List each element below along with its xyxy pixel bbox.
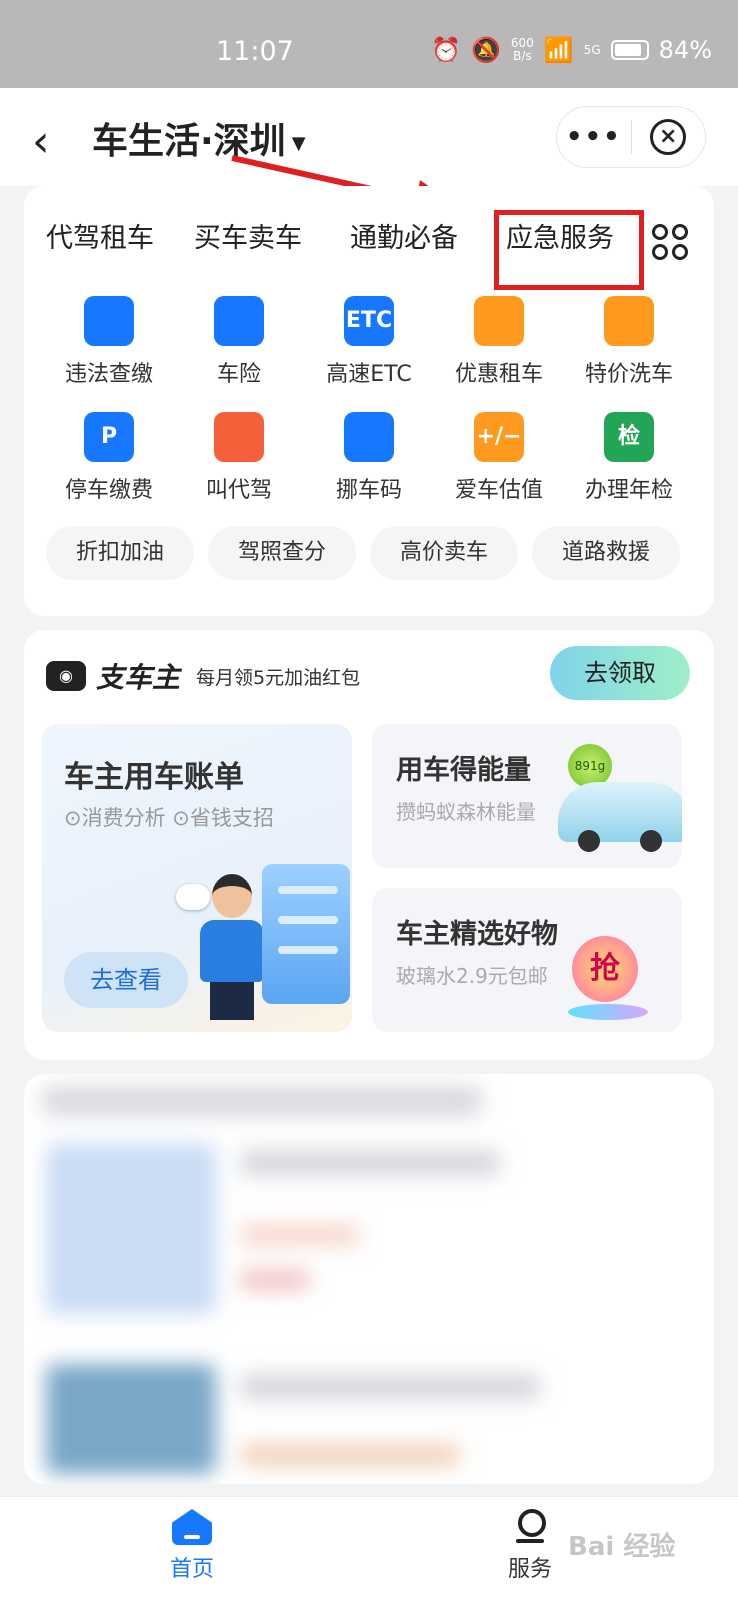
service-label: 车险 bbox=[216, 362, 261, 387]
service-item[interactable]: ETC 高速ETC bbox=[304, 296, 434, 388]
inspection-icon: 检 bbox=[604, 412, 654, 462]
close-icon: × bbox=[650, 119, 687, 155]
blurred-thumbnail bbox=[46, 1364, 216, 1474]
promo-card: ◉ 支车主 每月领5元加油红包 去领取 车主用车账单 ⊙消费分析 ⊙省钱支招 去… bbox=[24, 630, 714, 1060]
driver-icon bbox=[214, 412, 264, 462]
chip-license-points[interactable]: 驾照查分 bbox=[208, 526, 356, 580]
more-button[interactable]: ••• bbox=[557, 122, 631, 152]
valuation-icon: +/− bbox=[474, 412, 524, 462]
category-tabs: 代驾租车 买车卖车 通勤必备 应急服务 bbox=[24, 210, 714, 290]
etc-icon: ETC bbox=[344, 296, 394, 346]
tab-commute[interactable]: 通勤必备 bbox=[350, 216, 458, 255]
service-icon bbox=[510, 1509, 550, 1545]
blurred-heading bbox=[42, 1086, 482, 1116]
shop-title: 车主精选好物 bbox=[396, 919, 558, 950]
blurred-thumbnail bbox=[46, 1144, 216, 1314]
tab-service-label: 服务 bbox=[507, 1557, 552, 1582]
claim-button[interactable]: 去领取 bbox=[550, 646, 690, 700]
service-item[interactable]: 违法查缴 bbox=[44, 296, 174, 388]
brand-row: ◉ 支车主 每月领5元加油红包 bbox=[46, 656, 360, 696]
tab-buy-sell-car[interactable]: 买车卖车 bbox=[194, 216, 302, 255]
tab-home[interactable]: 首页 bbox=[132, 1509, 252, 1583]
bill-tile[interactable]: 车主用车账单 ⊙消费分析 ⊙省钱支招 去查看 bbox=[42, 724, 352, 1032]
tab-home-label: 首页 bbox=[169, 1557, 214, 1582]
home-icon bbox=[172, 1509, 212, 1545]
blurred-line bbox=[240, 1224, 360, 1246]
battery-icon bbox=[610, 40, 649, 60]
battery-level: 84% bbox=[658, 36, 712, 64]
service-label: 办理年检 bbox=[584, 478, 673, 503]
tab-chauffeur-rental[interactable]: 代驾租车 bbox=[46, 216, 154, 255]
miniapp-capsule: ••• × bbox=[556, 106, 706, 168]
blurred-line bbox=[240, 1270, 310, 1290]
feed-card-blurred bbox=[24, 1074, 714, 1484]
bill-subtitle: ⊙消费分析 ⊙省钱支招 bbox=[64, 806, 274, 830]
car-illustration bbox=[558, 782, 682, 852]
blurred-line bbox=[240, 1374, 540, 1400]
blurred-line bbox=[240, 1150, 500, 1176]
energy-title: 用车得能量 bbox=[396, 755, 531, 786]
service-item[interactable]: 叫代驾 bbox=[174, 412, 304, 504]
service-item[interactable]: 检办理年检 bbox=[564, 412, 694, 504]
service-item[interactable]: +/− 爱车估值 bbox=[434, 412, 564, 504]
blurred-line bbox=[240, 1444, 460, 1466]
brand-logo-icon: ◉ bbox=[46, 661, 86, 691]
status-bar: 11:07 ⏰ 🔕 600 B/s 📶 5G 84% bbox=[0, 0, 738, 88]
quick-chips: 折扣加油 驾照查分 高价卖车 道路救援 bbox=[46, 526, 680, 580]
chip-road-rescue[interactable]: 道路救援 bbox=[532, 526, 680, 580]
energy-subtitle: 攒蚂蚁森林能量 bbox=[396, 800, 536, 824]
service-item[interactable]: P 停车缴费 bbox=[44, 412, 174, 504]
services-card: 代驾租车 买车卖车 通勤必备 应急服务 违法查缴 车险 ETC 高速ETC 优惠租车 特价… bbox=[24, 186, 714, 616]
close-button[interactable]: × bbox=[632, 119, 706, 155]
all-services-icon[interactable] bbox=[652, 224, 688, 260]
brand-name: 支车主 bbox=[96, 661, 181, 694]
grab-badge: 抢 bbox=[572, 936, 638, 1002]
service-label: 叫代驾 bbox=[205, 478, 272, 503]
service-label: 爱车估值 bbox=[454, 478, 543, 503]
brand-slogan: 每月领5元加油红包 bbox=[196, 666, 361, 689]
shop-tile[interactable]: 车主精选好物 玻璃水2.9元包邮 抢 bbox=[372, 888, 682, 1032]
shop-subtitle: 玻璃水2.9元包邮 bbox=[396, 964, 548, 988]
board-illustration bbox=[262, 864, 350, 1004]
camera-icon bbox=[84, 296, 134, 346]
service-grid: 违法查缴 车险 ETC 高速ETC 优惠租车 特价洗车 P 停车缴费 叫代驾 挪车码 +/− 爱车估值… bbox=[44, 296, 694, 504]
service-label: 违法查缴 bbox=[64, 362, 153, 387]
back-arrow-icon[interactable]: ‹ bbox=[32, 116, 50, 167]
energy-tile[interactable]: 用车得能量 攒蚂蚁森林能量 891g bbox=[372, 724, 682, 868]
service-label: 挪车码 bbox=[335, 478, 402, 503]
pedestal-illustration bbox=[568, 1004, 648, 1020]
service-label: 优惠租车 bbox=[454, 362, 543, 387]
status-icons: ⏰ 🔕 600 B/s 📶 5G 84% bbox=[431, 36, 712, 64]
move-car-icon bbox=[344, 412, 394, 462]
parking-icon: P bbox=[84, 412, 134, 462]
service-label: 特价洗车 bbox=[584, 362, 673, 387]
chip-discount-fuel[interactable]: 折扣加油 bbox=[46, 526, 194, 580]
service-label: 停车缴费 bbox=[64, 478, 153, 503]
service-item[interactable]: 优惠租车 bbox=[434, 296, 564, 388]
car-wash-icon bbox=[604, 296, 654, 346]
service-label: 高速ETC bbox=[326, 362, 412, 387]
watermark: Bai 经验 bbox=[568, 1532, 676, 1562]
net-speed: 600 B/s bbox=[510, 36, 534, 63]
person-illustration bbox=[192, 874, 272, 1024]
mute-icon: 🔕 bbox=[471, 36, 501, 64]
service-item[interactable]: 车险 bbox=[174, 296, 304, 388]
view-bill-button[interactable]: 去查看 bbox=[64, 952, 188, 1008]
bill-title: 车主用车账单 bbox=[64, 760, 244, 795]
highlight-box bbox=[494, 210, 644, 290]
service-item[interactable]: 挪车码 bbox=[304, 412, 434, 504]
chip-sell-car[interactable]: 高价卖车 bbox=[370, 526, 518, 580]
rental-car-icon bbox=[474, 296, 524, 346]
wifi-icon: 📶 bbox=[543, 36, 574, 64]
shield-check-icon bbox=[214, 296, 264, 346]
service-item[interactable]: 特价洗车 bbox=[564, 296, 694, 388]
signal-label: 5G bbox=[583, 43, 601, 57]
alarm-icon: ⏰ bbox=[431, 36, 462, 64]
status-time: 11:07 bbox=[216, 36, 294, 67]
